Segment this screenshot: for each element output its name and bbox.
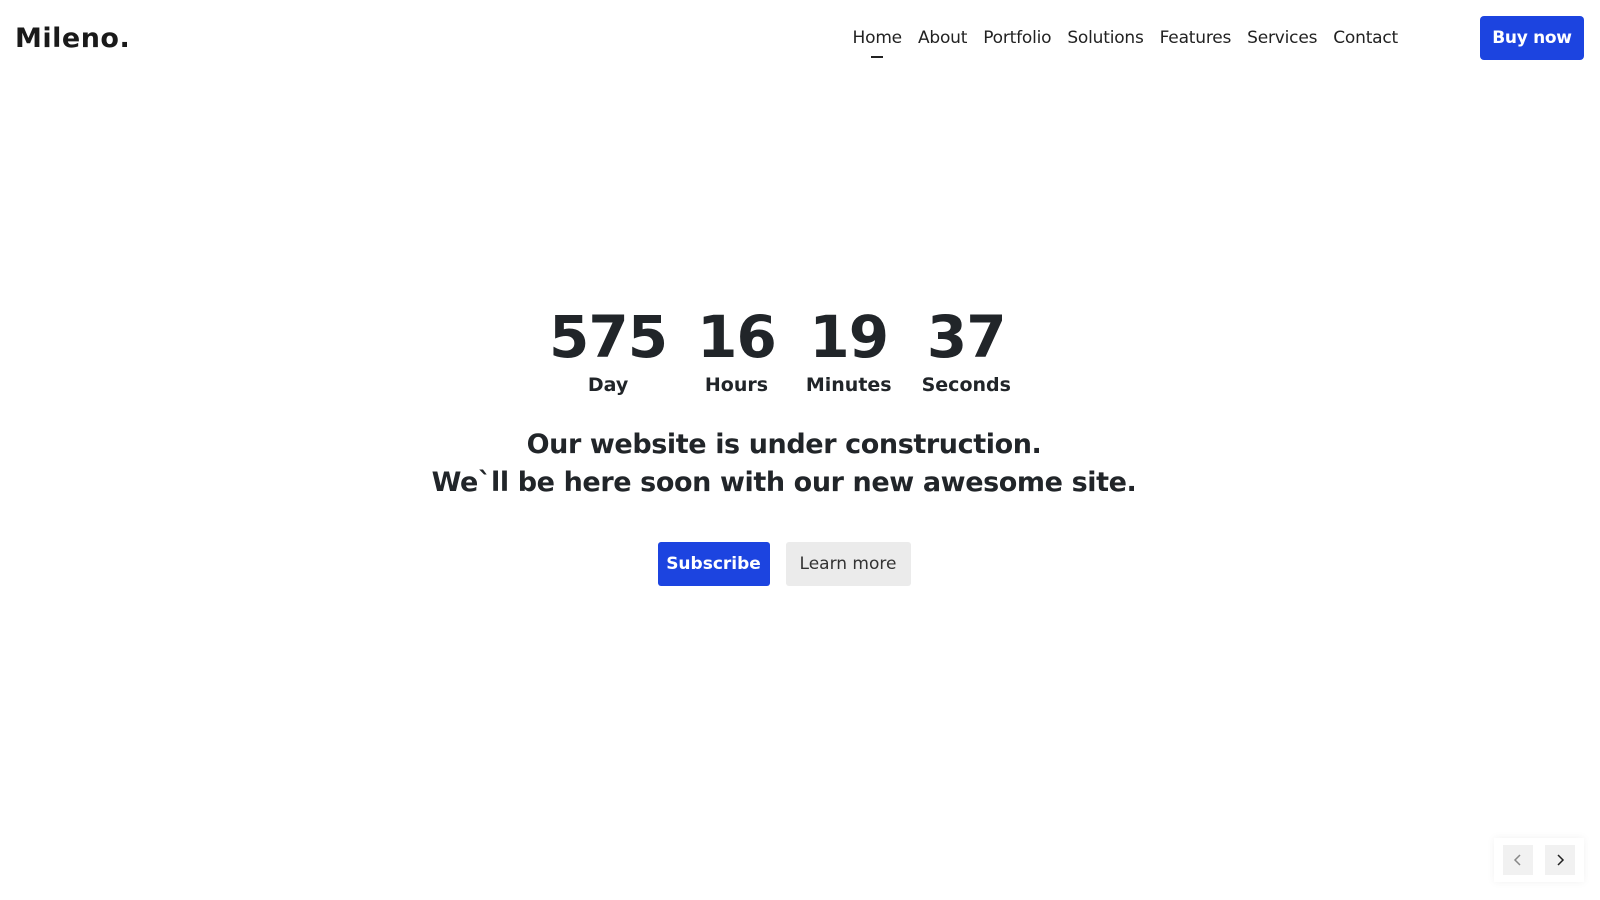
- countdown-minutes-label: Minutes: [805, 374, 892, 396]
- main-nav: Home About Portfolio Solutions Features …: [845, 26, 1406, 50]
- hero-actions: Subscribe Learn more: [0, 542, 1600, 586]
- chevron-left-icon: [1512, 854, 1524, 866]
- site-header: Mileno. Home About Portfolio Solutions F…: [0, 0, 1600, 78]
- construction-message: Our website is under construction. We`ll…: [0, 426, 1600, 502]
- countdown-hours-value: 16: [697, 303, 777, 371]
- message-line-1: Our website is under construction.: [526, 429, 1042, 460]
- nav-item-features[interactable]: Features: [1152, 26, 1240, 50]
- subscribe-button[interactable]: Subscribe: [657, 542, 770, 586]
- nav-item-about[interactable]: About: [910, 26, 975, 50]
- nav-item-solutions[interactable]: Solutions: [1059, 26, 1151, 50]
- countdown-days-label: Day: [587, 374, 629, 396]
- countdown-days-value: 575: [549, 303, 668, 371]
- nav-item-services[interactable]: Services: [1239, 26, 1325, 50]
- countdown-hours: 16 Hours: [682, 300, 791, 396]
- countdown-days: 575 Day: [534, 300, 682, 396]
- nav-item-home[interactable]: Home: [845, 26, 910, 50]
- countdown-seconds-label: Seconds: [921, 374, 1011, 396]
- slider-nav: [1494, 838, 1584, 882]
- learn-more-button[interactable]: Learn more: [785, 542, 911, 586]
- hero-section: 575 Day 16 Hours 19 Minutes 37 Seconds O…: [0, 300, 1600, 586]
- site-logo[interactable]: Mileno.: [15, 23, 130, 54]
- nav-item-portfolio[interactable]: Portfolio: [975, 26, 1059, 50]
- slider-next-button[interactable]: [1545, 845, 1575, 875]
- countdown-minutes: 19 Minutes: [791, 300, 907, 396]
- chevron-right-icon: [1554, 854, 1566, 866]
- countdown-seconds: 37 Seconds: [907, 300, 1026, 396]
- countdown-seconds-value: 37: [926, 303, 1007, 371]
- slider-prev-button[interactable]: [1503, 845, 1533, 875]
- countdown-timer: 575 Day 16 Hours 19 Minutes 37 Seconds: [0, 300, 1600, 396]
- nav-item-contact[interactable]: Contact: [1325, 26, 1406, 50]
- countdown-minutes-value: 19: [809, 303, 889, 371]
- buy-now-button[interactable]: Buy now: [1480, 16, 1584, 60]
- message-line-2: We`ll be here soon with our new awesome …: [431, 467, 1137, 498]
- countdown-hours-label: Hours: [704, 374, 769, 396]
